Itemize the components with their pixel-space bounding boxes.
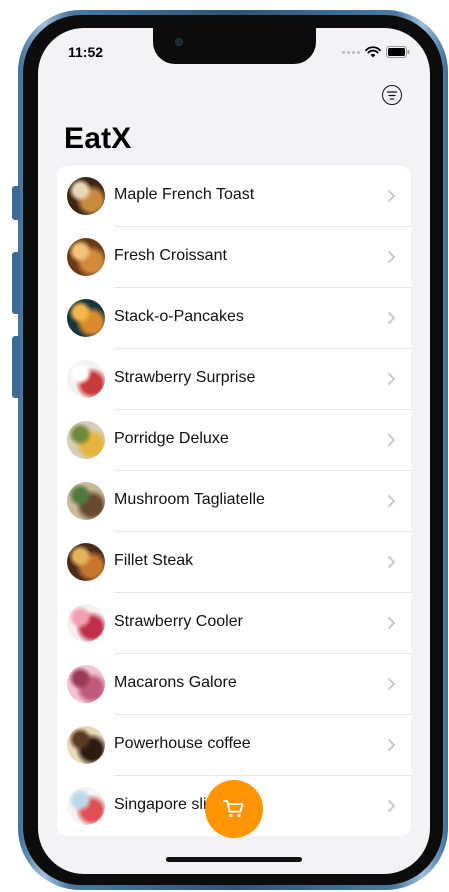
food-thumbnail: [67, 604, 105, 642]
food-thumbnail: [67, 238, 105, 276]
chevron-right-icon: [388, 739, 395, 751]
list-item[interactable]: Fillet Steak: [57, 532, 411, 593]
food-thumbnail: [67, 787, 105, 825]
chevron-right-icon: [388, 190, 395, 202]
list-item[interactable]: Strawberry Surprise: [57, 349, 411, 410]
chevron-right-icon: [388, 373, 395, 385]
list-item[interactable]: Stack-o-Pancakes: [57, 288, 411, 349]
food-thumbnail: [67, 482, 105, 520]
status-icons: [342, 45, 410, 59]
list-item-label: Strawberry Surprise: [114, 369, 256, 386]
mute-switch: [12, 186, 20, 220]
list-item-label: Strawberry Cooler: [114, 613, 243, 630]
food-thumbnail: [67, 177, 105, 215]
list-item[interactable]: Macarons Galore: [57, 654, 411, 715]
status-time: 11:52: [68, 44, 104, 60]
list-item-label: Fillet Steak: [114, 552, 194, 569]
filter-icon: [387, 90, 397, 100]
cart-icon: [223, 800, 244, 818]
food-thumbnail: [67, 665, 105, 703]
food-thumbnail: [67, 360, 105, 398]
notch: [153, 28, 316, 64]
volume-up-button: [12, 252, 20, 314]
list-item-label: Mushroom Tagliatelle: [114, 491, 265, 508]
chevron-right-icon: [388, 312, 395, 324]
chevron-right-icon: [388, 495, 395, 507]
list-item[interactable]: Strawberry Cooler: [57, 593, 411, 654]
chevron-right-icon: [388, 800, 395, 812]
food-thumbnail: [67, 421, 105, 459]
list-item[interactable]: Fresh Croissant: [57, 227, 411, 288]
camera-icon: [175, 38, 183, 46]
wifi-icon: [365, 46, 381, 58]
list-item-label: Powerhouse coffee: [114, 735, 251, 752]
screen: 11:52 EatX Maple French Toast Fresh Crois…: [38, 28, 430, 874]
filter-button[interactable]: [382, 85, 402, 105]
chevron-right-icon: [388, 556, 395, 568]
chevron-right-icon: [388, 251, 395, 263]
volume-down-button: [12, 336, 20, 398]
home-indicator: [166, 857, 302, 862]
battery-icon: [386, 46, 410, 58]
chevron-right-icon: [388, 678, 395, 690]
list-item-label: Fresh Croissant: [114, 247, 227, 264]
list-item[interactable]: Mushroom Tagliatelle: [57, 471, 411, 532]
list-item-label: Porridge Deluxe: [114, 430, 229, 447]
list-item-label: Stack-o-Pancakes: [114, 308, 244, 325]
list-item-label: Singapore sli: [114, 796, 207, 813]
menu-list: Maple French Toast Fresh Croissant Stack-o…: [57, 166, 411, 836]
food-thumbnail: [67, 726, 105, 764]
list-item[interactable]: Porridge Deluxe: [57, 410, 411, 471]
page-title: EatX: [64, 122, 132, 155]
food-thumbnail: [67, 543, 105, 581]
chevron-right-icon: [388, 434, 395, 446]
list-item[interactable]: Maple French Toast: [57, 166, 411, 227]
list-item[interactable]: Powerhouse coffee: [57, 715, 411, 776]
list-item-label: Maple French Toast: [114, 186, 255, 203]
signal-icon: [342, 50, 360, 54]
chevron-right-icon: [388, 617, 395, 629]
cart-button[interactable]: [205, 780, 263, 838]
list-item-label: Macarons Galore: [114, 674, 237, 691]
food-thumbnail: [67, 299, 105, 337]
